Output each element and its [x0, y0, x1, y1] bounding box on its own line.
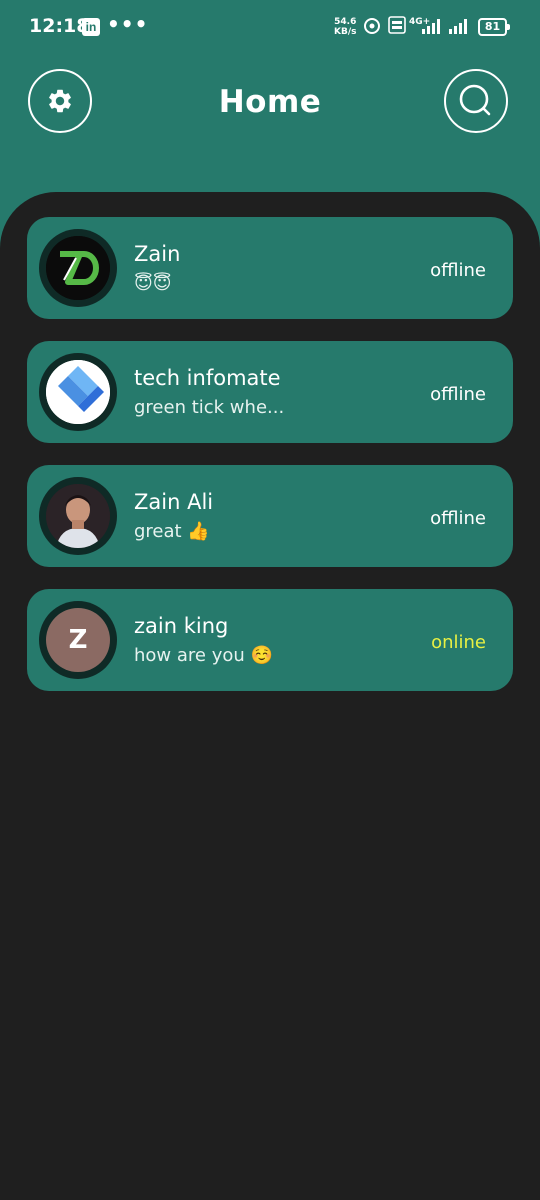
diamond-logo-icon — [46, 360, 110, 424]
status-bar: 12:18 in ••• 54.6 KB/s 4G+ 81 — [0, 0, 540, 56]
volte-icon — [388, 16, 406, 34]
network-speed-value: 54.6 — [334, 17, 357, 27]
more-notifications-icon: ••• — [107, 12, 149, 36]
network-speed-unit: KB/s — [334, 27, 357, 37]
chat-item-zain-ali[interactable]: Zain Ali great 👍 offline — [27, 465, 513, 567]
linkedin-icon: in — [82, 18, 100, 36]
chat-item-tech-infomate[interactable]: tech infomate green tick whe... offline — [27, 341, 513, 443]
status-badge: offline — [430, 508, 486, 529]
signal-2-icon — [449, 19, 467, 34]
chat-list-panel: Zain 😇😇 offline tech infomate green tick… — [0, 192, 540, 1200]
app-header: Home — [0, 56, 540, 192]
chat-last-message: green tick whe... — [134, 397, 285, 418]
chat-name: zain king — [134, 614, 229, 638]
battery-icon: 81 — [478, 18, 510, 36]
chat-name: Zain Ali — [134, 490, 214, 514]
search-button[interactable] — [444, 69, 508, 133]
avatar — [39, 229, 117, 307]
status-badge: offline — [430, 384, 486, 405]
status-time: 12:18 — [29, 15, 90, 37]
signal-icon — [422, 19, 440, 34]
status-badge: offline — [430, 260, 486, 281]
avatar: Z — [39, 601, 117, 679]
chat-item-zain-king[interactable]: Z zain king how are you ☺️ online — [27, 589, 513, 691]
hotspot-icon — [364, 18, 380, 34]
zd-logo-icon — [46, 236, 110, 300]
chat-last-message: great 👍 — [134, 521, 210, 542]
chat-item-zain[interactable]: Zain 😇😇 offline — [27, 217, 513, 319]
avatar — [39, 477, 117, 555]
chat-name: tech infomate — [134, 366, 281, 390]
person-photo-icon — [46, 484, 110, 548]
avatar — [39, 353, 117, 431]
status-badge: online — [431, 632, 486, 653]
letter-avatar: Z — [46, 608, 110, 672]
chat-name: Zain — [134, 242, 181, 266]
chat-last-message: how are you ☺️ — [134, 645, 273, 666]
network-speed: 54.6 KB/s — [334, 17, 356, 37]
search-icon — [459, 84, 491, 116]
chat-last-message: 😇😇 — [134, 273, 172, 294]
